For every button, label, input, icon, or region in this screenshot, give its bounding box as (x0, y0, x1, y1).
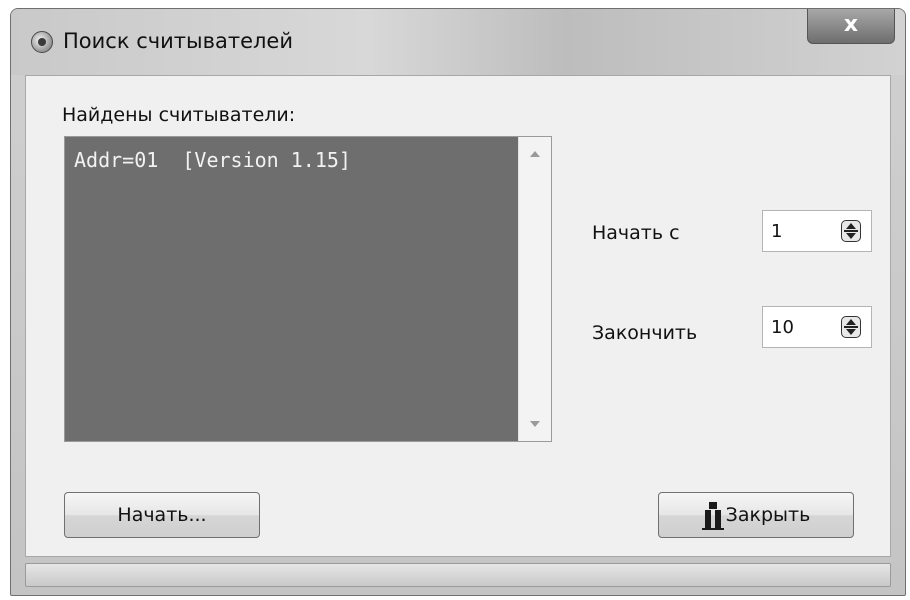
found-readers-label: Найдены считыватели: (62, 104, 296, 126)
dialog-body: Найдены считыватели: Addr=01 [Version 1.… (25, 75, 891, 557)
app-icon (31, 31, 53, 53)
end-at-value[interactable]: 10 (771, 317, 794, 338)
close-button-label: Закрыть (725, 504, 811, 526)
end-at-spinner[interactable]: 10 (762, 306, 872, 348)
start-from-label: Начать с (592, 222, 680, 244)
exit-icon (701, 501, 724, 530)
end-at-label: Закончить (592, 322, 698, 344)
title-bar: Поиск считывателей x (11, 9, 905, 75)
scroll-up-icon[interactable] (530, 151, 540, 157)
scroll-down-icon[interactable] (530, 421, 540, 427)
search-readers-window: Поиск считывателей x Найдены считыватели… (10, 8, 906, 596)
start-from-spinner[interactable]: 1 (762, 210, 872, 252)
readers-list-area[interactable]: Addr=01 [Version 1.15] (66, 138, 518, 440)
readers-list[interactable]: Addr=01 [Version 1.15] (64, 136, 552, 442)
close-button[interactable]: Закрыть (658, 492, 854, 538)
spinner-arrows-icon[interactable] (841, 220, 861, 242)
spinner-arrows-icon[interactable] (841, 316, 861, 338)
window-close-button[interactable]: x (807, 9, 895, 44)
list-scrollbar[interactable] (518, 137, 551, 441)
list-item[interactable]: Addr=01 [Version 1.15] (74, 148, 351, 172)
start-button[interactable]: Начать... (64, 492, 260, 538)
status-bar (25, 563, 891, 587)
start-from-value[interactable]: 1 (771, 221, 782, 242)
window-title: Поиск считывателей (63, 29, 293, 53)
